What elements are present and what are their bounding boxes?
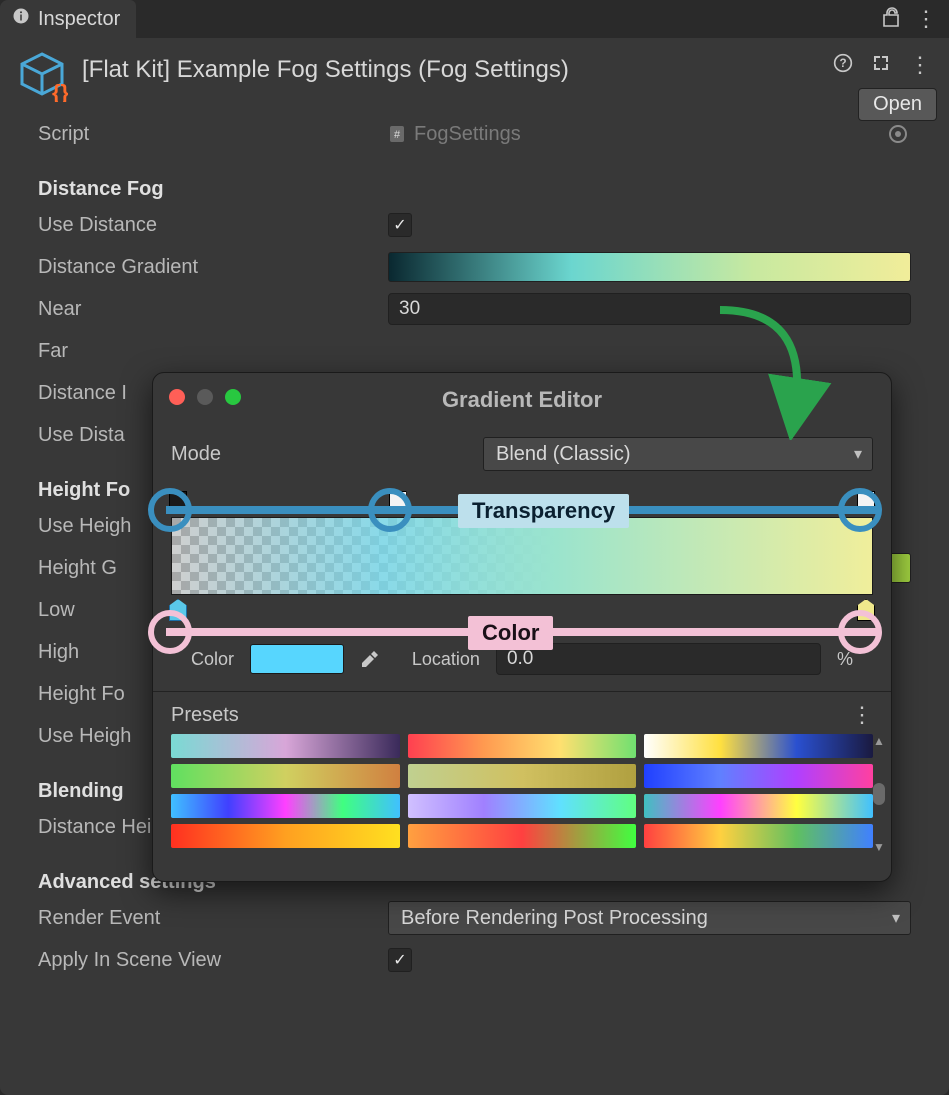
open-button[interactable]: Open — [858, 88, 937, 121]
scriptable-object-icon: {} — [16, 50, 68, 102]
asset-title: [Flat Kit] Example Fog Settings (Fog Set… — [82, 50, 569, 84]
presets-header: Presets ⋮ — [153, 691, 891, 728]
annotation-color-label: Color — [468, 616, 553, 650]
annotation-circle — [148, 610, 192, 654]
render-event-label: Render Event — [38, 907, 388, 930]
color-swatch[interactable] — [250, 644, 344, 674]
scroll-up-icon[interactable]: ▲ — [873, 734, 885, 748]
window-traffic-lights — [169, 389, 241, 405]
preset-swatch[interactable] — [171, 764, 400, 788]
apply-scene-label: Apply In Scene View — [38, 949, 388, 972]
preset-swatch[interactable] — [644, 734, 873, 758]
svg-text:{}: {} — [52, 80, 68, 102]
preset-swatch[interactable] — [408, 764, 637, 788]
script-value: FogSettings — [414, 123, 521, 146]
script-row: Script # FogSettings — [38, 114, 911, 154]
preset-icon[interactable] — [871, 53, 891, 78]
object-picker-icon[interactable] — [889, 125, 907, 143]
near-input[interactable] — [388, 293, 911, 325]
script-field[interactable]: # FogSettings — [388, 123, 911, 146]
annotation-circle — [838, 610, 882, 654]
asset-header: {} [Flat Kit] Example Fog Settings (Fog … — [0, 38, 949, 114]
close-icon[interactable] — [169, 389, 185, 405]
annotation-transparency-label: Transparency — [458, 494, 629, 528]
kebab-icon[interactable]: ⋮ — [909, 52, 931, 78]
near-label: Near — [38, 298, 388, 321]
annotation-circle — [838, 488, 882, 532]
presets-label: Presets — [171, 704, 239, 727]
scroll-down-icon[interactable]: ▼ — [873, 840, 885, 854]
tab-title: Inspector — [38, 8, 120, 31]
apply-scene-checkbox[interactable]: ✓ — [388, 948, 412, 972]
preset-swatch[interactable] — [408, 734, 637, 758]
eyedropper-icon[interactable] — [360, 647, 380, 671]
svg-text:#: # — [394, 129, 401, 141]
color-label: Color — [191, 649, 234, 670]
info-icon — [12, 7, 30, 31]
script-label: Script — [38, 123, 388, 146]
gradient-editor-titlebar[interactable]: Gradient Editor — [153, 385, 891, 423]
svg-text:?: ? — [839, 57, 846, 70]
mode-label: Mode — [171, 443, 471, 466]
tab-bar: Inspector ⋮ — [0, 0, 949, 38]
location-label: Location — [412, 649, 480, 670]
preset-swatch[interactable] — [644, 824, 873, 848]
gradient-editor-title: Gradient Editor — [442, 387, 602, 413]
gradient-area — [171, 517, 873, 595]
kebab-icon[interactable]: ⋮ — [851, 702, 873, 728]
preset-swatch[interactable] — [171, 794, 400, 818]
preset-swatch[interactable] — [171, 824, 400, 848]
preset-swatch[interactable] — [644, 794, 873, 818]
lock-icon[interactable] — [883, 7, 901, 32]
use-distance-checkbox[interactable]: ✓ — [388, 213, 412, 237]
preset-swatch[interactable] — [644, 764, 873, 788]
render-event-select[interactable]: Before Rendering Post Processing — [388, 901, 911, 935]
help-icon[interactable]: ? — [833, 53, 853, 78]
gradient-strip[interactable] — [171, 517, 873, 595]
preset-swatch[interactable] — [408, 794, 637, 818]
preset-grid: ▲ ▼ — [153, 728, 891, 860]
kebab-icon[interactable]: ⋮ — [915, 6, 937, 32]
preset-swatch[interactable] — [408, 824, 637, 848]
maximize-icon[interactable] — [225, 389, 241, 405]
far-label: Far — [38, 340, 388, 363]
use-distance-label: Use Distance — [38, 214, 388, 237]
mode-select[interactable]: Blend (Classic) — [483, 437, 873, 471]
annotation-circle — [148, 488, 192, 532]
distance-fog-heading: Distance Fog — [38, 178, 911, 201]
annotation-circle — [368, 488, 412, 532]
preset-swatch[interactable] — [171, 734, 400, 758]
distance-gradient-field[interactable] — [388, 252, 911, 282]
inspector-tab[interactable]: Inspector — [0, 0, 136, 38]
preset-scrollbar[interactable]: ▲ ▼ — [871, 734, 887, 854]
minimize-icon[interactable] — [197, 389, 213, 405]
distance-gradient-label: Distance Gradient — [38, 256, 388, 279]
